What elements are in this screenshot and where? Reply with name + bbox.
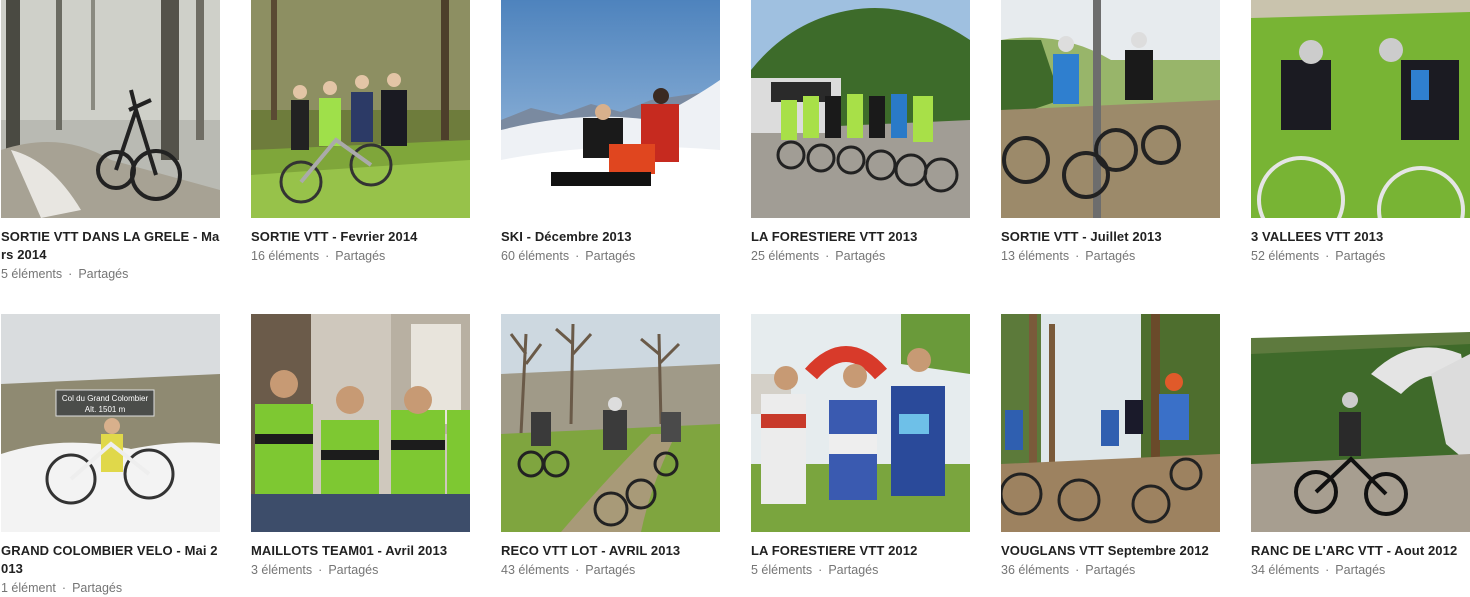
album-title[interactable]: MAILLOTS TEAM01 - Avril 2013 [251, 542, 470, 560]
shared-label: Partagés [585, 563, 636, 577]
cover-photo-forest-path [1001, 314, 1220, 532]
album-card[interactable]: LA FORESTIERE VTT 2013 25 éléments · Parta… [751, 0, 970, 265]
item-count: 1 élément [1, 581, 56, 595]
album-card[interactable]: LA FORESTIERE VTT 2012 5 éléments · Partag… [751, 314, 970, 579]
separator-dot: · [575, 249, 580, 263]
shared-label: Partagés [1085, 249, 1136, 263]
album-title[interactable]: RANC DE L'ARC VTT - Aout 2012 [1251, 542, 1470, 560]
shared-label: Partagés [585, 249, 636, 263]
album-meta: 3 éléments · Partagés [251, 561, 470, 579]
cover-photo-snow [501, 0, 720, 218]
shared-label: Partagés [1085, 563, 1136, 577]
album-card[interactable]: RECO VTT LOT - AVRIL 2013 43 éléments · Pa… [501, 314, 720, 579]
cover-photo-fog-snow: Col du Grand Colombier Alt. 1501 m [1, 314, 220, 532]
cover-photo-rock-arch [1251, 314, 1470, 532]
album-card[interactable]: Col du Grand Colombier Alt. 1501 m GRAND… [1, 314, 220, 597]
album-cover-image[interactable] [501, 314, 720, 532]
album-meta: 25 éléments · Partagés [751, 247, 970, 265]
cover-photo-grass [1251, 0, 1470, 218]
item-count: 16 éléments [251, 249, 320, 263]
separator-dot: · [61, 581, 67, 595]
album-title[interactable]: RECO VTT LOT - AVRIL 2013 [501, 542, 720, 560]
album-card[interactable]: RANC DE L'ARC VTT - Aout 2012 34 élément… [1251, 314, 1470, 579]
shared-label: Partagés [72, 581, 123, 595]
album-title[interactable]: GRAND COLOMBIER VELO - Mai 2013 [1, 542, 220, 578]
cover-photo-hill-summer [1001, 0, 1220, 218]
item-count: 43 éléments [501, 563, 570, 577]
album-card[interactable]: SORTIE VTT - Fevrier 2014 16 éléments · Pa… [251, 0, 470, 265]
album-cover-image[interactable] [251, 0, 470, 218]
album-card[interactable]: SORTIE VTT - Juillet 2013 13 éléments · Pa… [1001, 0, 1220, 265]
album-card[interactable]: MAILLOTS TEAM01 - Avril 2013 3 éléments ·… [251, 314, 470, 579]
album-cover-image[interactable] [751, 0, 970, 218]
separator-dot: · [1075, 249, 1080, 263]
separator-dot: · [1075, 563, 1080, 577]
album-meta: 43 éléments · Partagés [501, 561, 720, 579]
album-title[interactable]: SORTIE VTT DANS LA GRELE - Mars 2014 [1, 228, 220, 264]
item-count: 25 éléments [751, 249, 820, 263]
album-meta: 16 éléments · Partagés [251, 247, 470, 265]
item-count: 13 éléments [1001, 249, 1070, 263]
cover-photo-trail-spring [501, 314, 720, 532]
album-cover-image[interactable] [751, 314, 970, 532]
album-cover-image[interactable] [501, 0, 720, 218]
album-meta: 1 élément · Partagés [1, 579, 220, 597]
album-meta: 5 éléments · Partagés [751, 561, 970, 579]
shared-label: Partagés [835, 249, 886, 263]
album-card[interactable]: SKI - Décembre 2013 60 éléments · Partagés [501, 0, 720, 265]
item-count: 36 éléments [1001, 563, 1070, 577]
item-count: 3 éléments [251, 563, 313, 577]
sign-line1: Col du Grand Colombier [62, 394, 149, 403]
cover-photo-event [751, 314, 970, 532]
album-title[interactable]: 3 VALLEES VTT 2013 [1251, 228, 1470, 246]
separator-dot: · [1325, 563, 1330, 577]
album-cover-image[interactable] [1251, 314, 1470, 532]
album-meta: 34 éléments · Partagés [1251, 561, 1470, 579]
album-meta: 52 éléments · Partagés [1251, 247, 1470, 265]
album-title[interactable]: SORTIE VTT - Fevrier 2014 [251, 228, 470, 246]
cover-photo-indoor [251, 314, 470, 532]
separator-dot: · [325, 249, 330, 263]
shared-label: Partagés [1335, 563, 1386, 577]
item-count: 34 éléments [1251, 563, 1320, 577]
album-title[interactable]: SKI - Décembre 2013 [501, 228, 720, 246]
shared-label: Partagés [78, 267, 129, 281]
album-meta: 36 éléments · Partagés [1001, 561, 1220, 579]
separator-dot: · [318, 563, 323, 577]
sign-line2: Alt. 1501 m [85, 405, 126, 414]
album-meta: 13 éléments · Partagés [1001, 247, 1220, 265]
album-meta: 60 éléments · Partagés [501, 247, 720, 265]
separator-dot: · [575, 563, 580, 577]
shared-label: Partagés [335, 249, 386, 263]
shared-label: Partagés [328, 563, 379, 577]
separator-dot: · [825, 249, 830, 263]
album-title[interactable]: SORTIE VTT - Juillet 2013 [1001, 228, 1220, 246]
album-cover-image[interactable] [1001, 0, 1220, 218]
album-title[interactable]: LA FORESTIERE VTT 2013 [751, 228, 970, 246]
album-card[interactable]: VOUGLANS VTT Septembre 2012 36 éléments ·… [1001, 314, 1220, 579]
album-cover-image[interactable]: Col du Grand Colombier Alt. 1501 m [1, 314, 220, 532]
album-grid: SORTIE VTT DANS LA GRELE - Mars 2014 5 é… [0, 0, 1470, 595]
shared-label: Partagés [828, 563, 879, 577]
album-cover-image[interactable] [1001, 314, 1220, 532]
cover-photo-road-trees [751, 0, 970, 218]
album-cover-image[interactable] [1, 0, 220, 218]
album-card[interactable]: 3 VALLEES VTT 2013 52 éléments · Partagés [1251, 0, 1470, 265]
album-title[interactable]: LA FORESTIERE VTT 2012 [751, 542, 970, 560]
separator-dot: · [818, 563, 823, 577]
item-count: 5 éléments [751, 563, 813, 577]
album-meta: 5 éléments · Partagés [1, 265, 220, 283]
shared-label: Partagés [1335, 249, 1386, 263]
item-count: 5 éléments [1, 267, 63, 281]
separator-dot: · [68, 267, 73, 281]
album-card[interactable]: SORTIE VTT DANS LA GRELE - Mars 2014 5 é… [1, 0, 220, 283]
cover-photo-forest-hail [1, 0, 220, 218]
item-count: 60 éléments [501, 249, 570, 263]
album-title[interactable]: VOUGLANS VTT Septembre 2012 [1001, 542, 1220, 560]
separator-dot: · [1325, 249, 1330, 263]
album-cover-image[interactable] [251, 314, 470, 532]
item-count: 52 éléments [1251, 249, 1320, 263]
album-cover-image[interactable] [1251, 0, 1470, 218]
cover-photo-forest-green [251, 0, 470, 218]
